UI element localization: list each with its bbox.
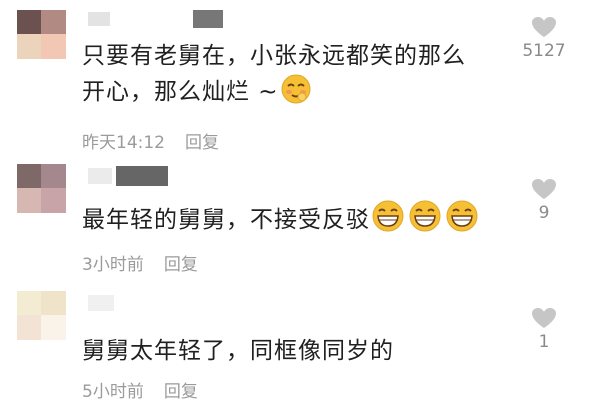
avatar[interactable] [17, 10, 66, 59]
timestamp: 昨天14:12 [82, 133, 165, 153]
comment-text: 最年轻的舅舅，不接受反驳 [82, 200, 480, 243]
username[interactable] [88, 295, 118, 313]
like-button[interactable]: 5127 [514, 16, 574, 61]
comment-meta: 3小时前 回复 [82, 250, 198, 275]
comment-meta: 昨天14:12 回复 [82, 128, 219, 153]
username[interactable] [88, 10, 223, 28]
shy-smile-emoji-icon [281, 74, 311, 115]
username[interactable] [88, 166, 168, 186]
comment-text: 只要有老舅在，小张永远都笑的那么 开心，那么灿烂 ~ [82, 38, 466, 115]
comment-item: 只要有老舅在，小张永远都笑的那么 开心，那么灿烂 ~ 昨天14:12 回复 512… [0, 0, 600, 160]
avatar[interactable] [17, 291, 66, 340]
grin-emoji-icon [372, 200, 480, 243]
timestamp: 5小时前 [82, 382, 144, 402]
comment-item: 最年轻的舅舅，不接受反驳 3小时前 回复 9 [0, 160, 600, 285]
heart-icon [532, 17, 556, 37]
comment-meta: 5小时前 回复 [82, 377, 198, 402]
heart-icon [532, 179, 556, 199]
reply-button[interactable]: 回复 [185, 133, 219, 153]
timestamp: 3小时前 [82, 255, 144, 275]
like-button[interactable]: 1 [514, 307, 574, 352]
heart-icon [532, 308, 556, 328]
comment-item: 舅舅太年轻了，同框像同岁的 5小时前 回复 1 [0, 285, 600, 417]
like-count: 9 [538, 203, 550, 223]
like-button[interactable]: 9 [514, 178, 574, 223]
like-count: 1 [538, 332, 550, 352]
like-count: 5127 [522, 41, 566, 61]
reply-button[interactable]: 回复 [164, 255, 198, 275]
comment-text: 舅舅太年轻了，同框像同岁的 [82, 338, 394, 364]
avatar[interactable] [17, 164, 66, 213]
reply-button[interactable]: 回复 [164, 382, 198, 402]
